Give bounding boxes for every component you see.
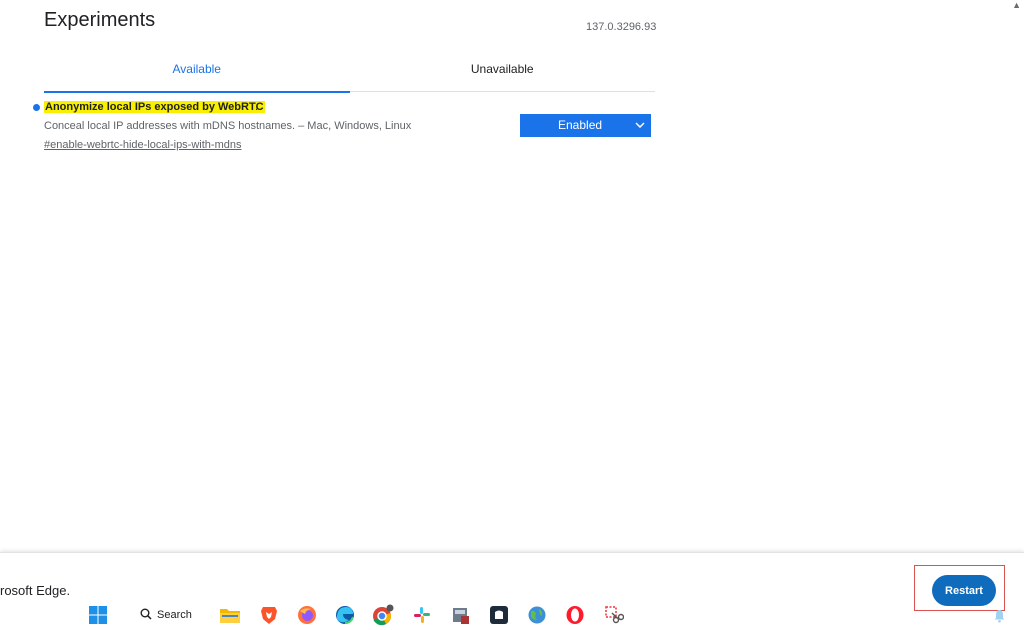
globe-app-icon[interactable] bbox=[526, 604, 548, 626]
app-icon[interactable] bbox=[450, 604, 472, 626]
tab-available[interactable]: Available bbox=[44, 57, 350, 93]
dark-app-icon[interactable] bbox=[488, 604, 510, 626]
file-explorer-icon[interactable] bbox=[219, 604, 241, 626]
experiment-state-select[interactable]: Enabled bbox=[520, 114, 651, 137]
opera-icon[interactable] bbox=[564, 604, 586, 626]
chrome-icon[interactable] bbox=[372, 604, 394, 626]
tabs-bar: Available Unavailable bbox=[44, 57, 656, 93]
select-value: Enabled bbox=[558, 118, 603, 132]
windows-start-icon[interactable] bbox=[87, 604, 109, 626]
page-title: Experiments bbox=[44, 9, 156, 31]
experiment-status-dot bbox=[33, 104, 40, 111]
snipping-tool-icon[interactable] bbox=[603, 604, 625, 626]
experiment-description: Conceal local IP addresses with mDNS hos… bbox=[44, 120, 412, 132]
search-icon bbox=[140, 608, 152, 623]
firefox-icon[interactable] bbox=[296, 604, 318, 626]
relaunch-message: rosoft Edge. bbox=[0, 583, 71, 598]
slack-icon[interactable] bbox=[411, 604, 433, 626]
version-label: 137.0.3296.93 bbox=[586, 21, 657, 33]
experiment-title: Anonymize local IPs exposed by WebRTC bbox=[44, 101, 265, 113]
scroll-up-arrow[interactable]: ▲ bbox=[1012, 0, 1021, 10]
taskbar-search[interactable]: Search bbox=[128, 604, 200, 626]
brave-icon[interactable] bbox=[258, 604, 280, 626]
experiment-title-period: . bbox=[255, 101, 259, 113]
chevron-down-icon bbox=[635, 114, 645, 146]
edge-icon[interactable] bbox=[334, 604, 356, 626]
experiment-permalink[interactable]: #enable-webrtc-hide-local-ips-with-mdns bbox=[44, 139, 241, 151]
search-label: Search bbox=[157, 609, 192, 621]
tab-unavailable[interactable]: Unavailable bbox=[350, 57, 656, 91]
